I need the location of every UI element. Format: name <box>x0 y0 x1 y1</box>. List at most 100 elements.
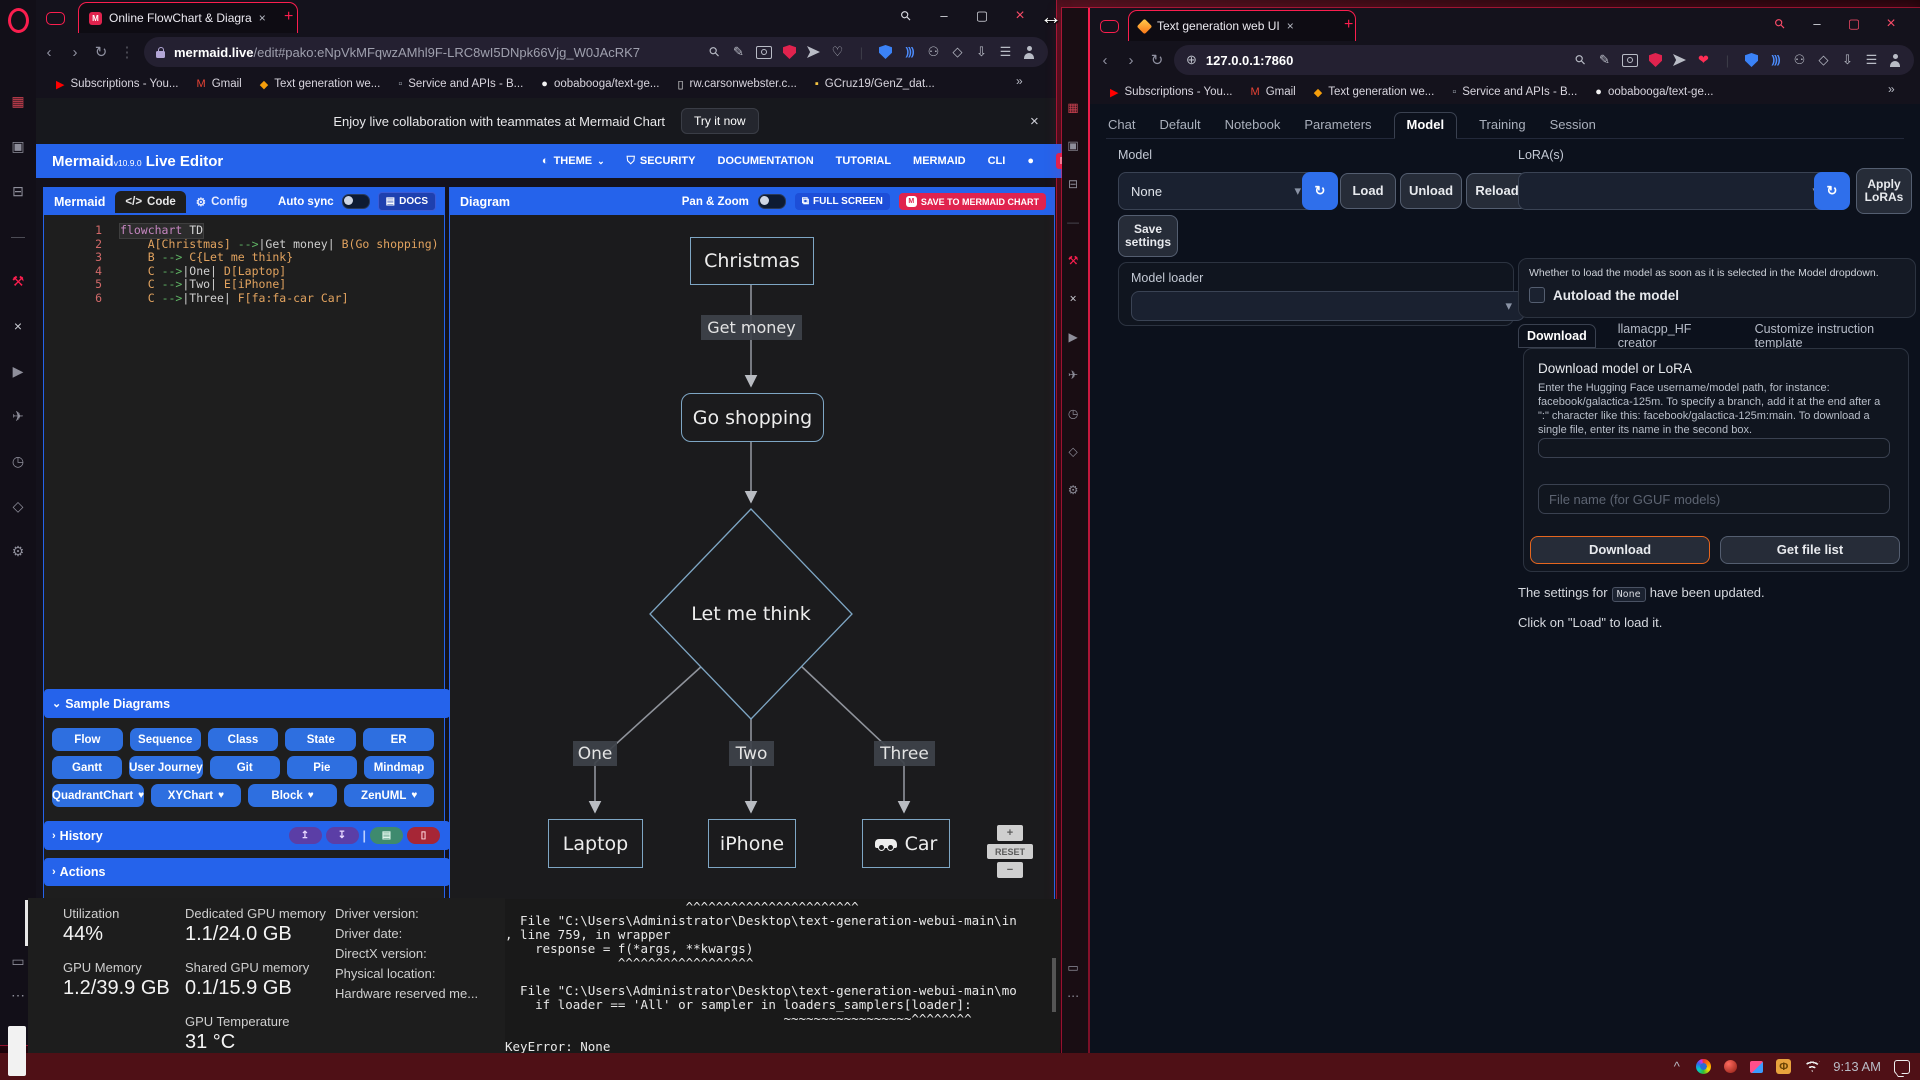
tray-clock[interactable]: 9:13 AM <box>1833 1059 1881 1074</box>
tray-red-sphere-icon[interactable] <box>1724 1060 1737 1073</box>
history-download-button[interactable]: ↧ <box>326 827 359 844</box>
tab-default[interactable]: Default <box>1157 113 1202 138</box>
extension-robot-icon[interactable]: ⚇ <box>927 44 940 60</box>
tray-browser-icon[interactable] <box>1696 1059 1711 1074</box>
edit-icon[interactable]: ✎ <box>1598 52 1611 68</box>
snapshot-icon[interactable] <box>1622 54 1638 67</box>
minimize-button[interactable]: – <box>1805 14 1829 34</box>
close-button[interactable]: × <box>1008 6 1032 26</box>
bookmark-textgen[interactable]: ◆Text generation we... <box>260 78 381 91</box>
downloads-icon[interactable]: ⇩ <box>975 44 988 60</box>
model-refresh-button[interactable]: ↻ <box>1302 172 1338 210</box>
profile-icon[interactable] <box>1023 46 1036 59</box>
menu-theme[interactable]: ◐THEME⌄ <box>542 155 605 167</box>
images-icon[interactable]: ▭ <box>1062 956 1084 978</box>
sample-er-button[interactable]: ER <box>363 728 434 751</box>
bookmark-gmail[interactable]: MGmail <box>1251 86 1296 98</box>
sample-gantt-button[interactable]: Gantt <box>52 756 122 779</box>
history-icon[interactable]: ◷ <box>1062 402 1084 424</box>
menu-documentation[interactable]: DOCUMENTATION <box>718 155 814 167</box>
settings-gear-icon[interactable]: ⚙ <box>5 538 31 564</box>
tab-parameters[interactable]: Parameters <box>1302 113 1373 138</box>
youtube-icon[interactable]: ▶ <box>5 358 31 384</box>
telegram-icon[interactable]: ✈ <box>5 403 31 429</box>
profile-icon[interactable] <box>1889 54 1902 67</box>
tray-notification-icon[interactable] <box>1894 1060 1910 1074</box>
bookmark-youtube[interactable]: ▶Subscriptions - You... <box>1110 86 1233 99</box>
bookmark-gmail[interactable]: MGmail <box>197 78 242 90</box>
gx-controller-icon[interactable] <box>1100 20 1119 33</box>
edit-icon[interactable]: ✎ <box>732 44 745 60</box>
lora-refresh-button[interactable]: ↻ <box>1814 172 1850 210</box>
more-icon[interactable]: ⋯ <box>1062 985 1084 1007</box>
tab-code[interactable]: </>Code <box>115 191 185 213</box>
bookmark-heart-icon[interactable]: ♡ <box>831 44 844 60</box>
settings-gear-icon[interactable]: ⚙ <box>1062 479 1084 501</box>
node-laptop[interactable]: Laptop <box>548 819 643 868</box>
workspace-icon[interactable]: ▣ <box>5 133 31 159</box>
downloads-icon[interactable]: ⇩ <box>1841 52 1854 68</box>
tab-close-icon[interactable]: × <box>259 11 266 25</box>
send-to-device-icon[interactable] <box>807 46 820 58</box>
node-car[interactable]: Car <box>862 819 950 868</box>
console-scrollbar[interactable] <box>1052 958 1056 1012</box>
node-christmas[interactable]: Christmas <box>690 237 814 285</box>
banner-close-icon[interactable]: × <box>1030 113 1039 130</box>
history-upload-button[interactable]: ↥ <box>289 827 322 844</box>
reload-icon[interactable]: ↻ <box>1144 51 1170 69</box>
opera-logo-icon[interactable] <box>8 8 29 33</box>
send-to-device-icon[interactable] <box>1673 54 1686 66</box>
ublock-shield-icon[interactable] <box>879 45 892 59</box>
dots-icon[interactable]: ⋮ <box>114 43 140 61</box>
tab-session[interactable]: Session <box>1548 113 1598 138</box>
sample-xychart-button[interactable]: XYChart♥ <box>151 784 241 807</box>
sample-pie-button[interactable]: Pie <box>287 756 357 779</box>
gx-corner-icon[interactable]: ⚒ <box>5 268 31 294</box>
extensions-icon[interactable]: ◇ <box>5 493 31 519</box>
model-dropdown[interactable]: None▾ <box>1118 172 1314 210</box>
get-file-list-button[interactable]: Get file list <box>1720 536 1900 564</box>
url-bar[interactable]: mermaid.live/edit#pako:eNpVkMFqwzAMhl9F-… <box>144 37 1048 67</box>
bookmark-github[interactable]: ●oobabooga/text-ge... <box>541 78 659 90</box>
sample-git-button[interactable]: Git <box>210 756 280 779</box>
sample-state-button[interactable]: State <box>285 728 356 751</box>
reload-icon[interactable]: ↻ <box>88 43 114 61</box>
extensions-icon[interactable]: ◇ <box>1062 440 1084 462</box>
console-window[interactable]: ^^^^^^^^^^^^^^^^^^^^^^^ File "C:\Users\A… <box>505 899 1060 1054</box>
minimize-button[interactable]: – <box>932 6 956 26</box>
x-twitter-icon[interactable]: × <box>5 313 31 339</box>
sample-block-button[interactable]: Block♥ <box>248 784 338 807</box>
tab-training[interactable]: Training <box>1477 113 1527 138</box>
actions-header[interactable]: ›Actions <box>44 858 450 886</box>
menu-security[interactable]: ⛉SECURITY <box>627 155 696 168</box>
tab-close-icon[interactable]: × <box>1287 19 1294 33</box>
back-icon[interactable]: ‹ <box>36 44 62 61</box>
browser-tab[interactable]: Text generation web UI × <box>1128 10 1356 41</box>
window-search-icon[interactable]: ⚲ <box>1764 8 1795 39</box>
bookmark-heart-icon[interactable]: ❤ <box>1697 52 1710 68</box>
menu-mermaid[interactable]: MERMAID <box>913 155 966 167</box>
forward-icon[interactable]: › <box>1118 52 1144 69</box>
sidebar-setup-icon[interactable]: ◇ <box>951 44 964 60</box>
workspace-icon[interactable]: ▣ <box>1062 134 1084 156</box>
sound-icon[interactable]: ))) <box>903 46 916 58</box>
save-settings-button[interactable]: Save settings <box>1118 215 1178 257</box>
zoom-out-button[interactable]: − <box>997 862 1023 878</box>
zoom-reset-button[interactable]: RESET <box>987 844 1033 859</box>
tray-chevron-up-icon[interactable]: ^ <box>1670 1059 1683 1074</box>
settings-icon[interactable]: ☰ <box>999 44 1012 60</box>
forward-icon[interactable]: › <box>62 44 88 61</box>
history-header[interactable]: ›History ↥ ↧ | ▤ ▯ <box>44 821 450 850</box>
bookmark-carsonwebster[interactable]: ▯rw.carsonwebster.c... <box>677 78 796 91</box>
github-icon[interactable]: ● <box>1027 155 1034 167</box>
new-tab-button[interactable]: + <box>284 8 293 26</box>
adblock-shield-icon[interactable] <box>1649 53 1662 67</box>
sample-quadrantchart-button[interactable]: QuadrantChart♥ <box>52 784 144 807</box>
node-go-shopping[interactable]: Go shopping <box>681 393 824 442</box>
settings-icon[interactable]: ☰ <box>1865 52 1878 68</box>
window-search-icon[interactable]: ⚲ <box>890 0 921 31</box>
telegram-icon[interactable]: ✈ <box>1062 364 1084 386</box>
x-twitter-icon[interactable]: × <box>1062 287 1084 309</box>
bookmark-gcruz[interactable]: ▪GCruz19/GenZ_dat... <box>815 78 935 90</box>
sample-user-journey-button[interactable]: User Journey <box>129 756 203 779</box>
